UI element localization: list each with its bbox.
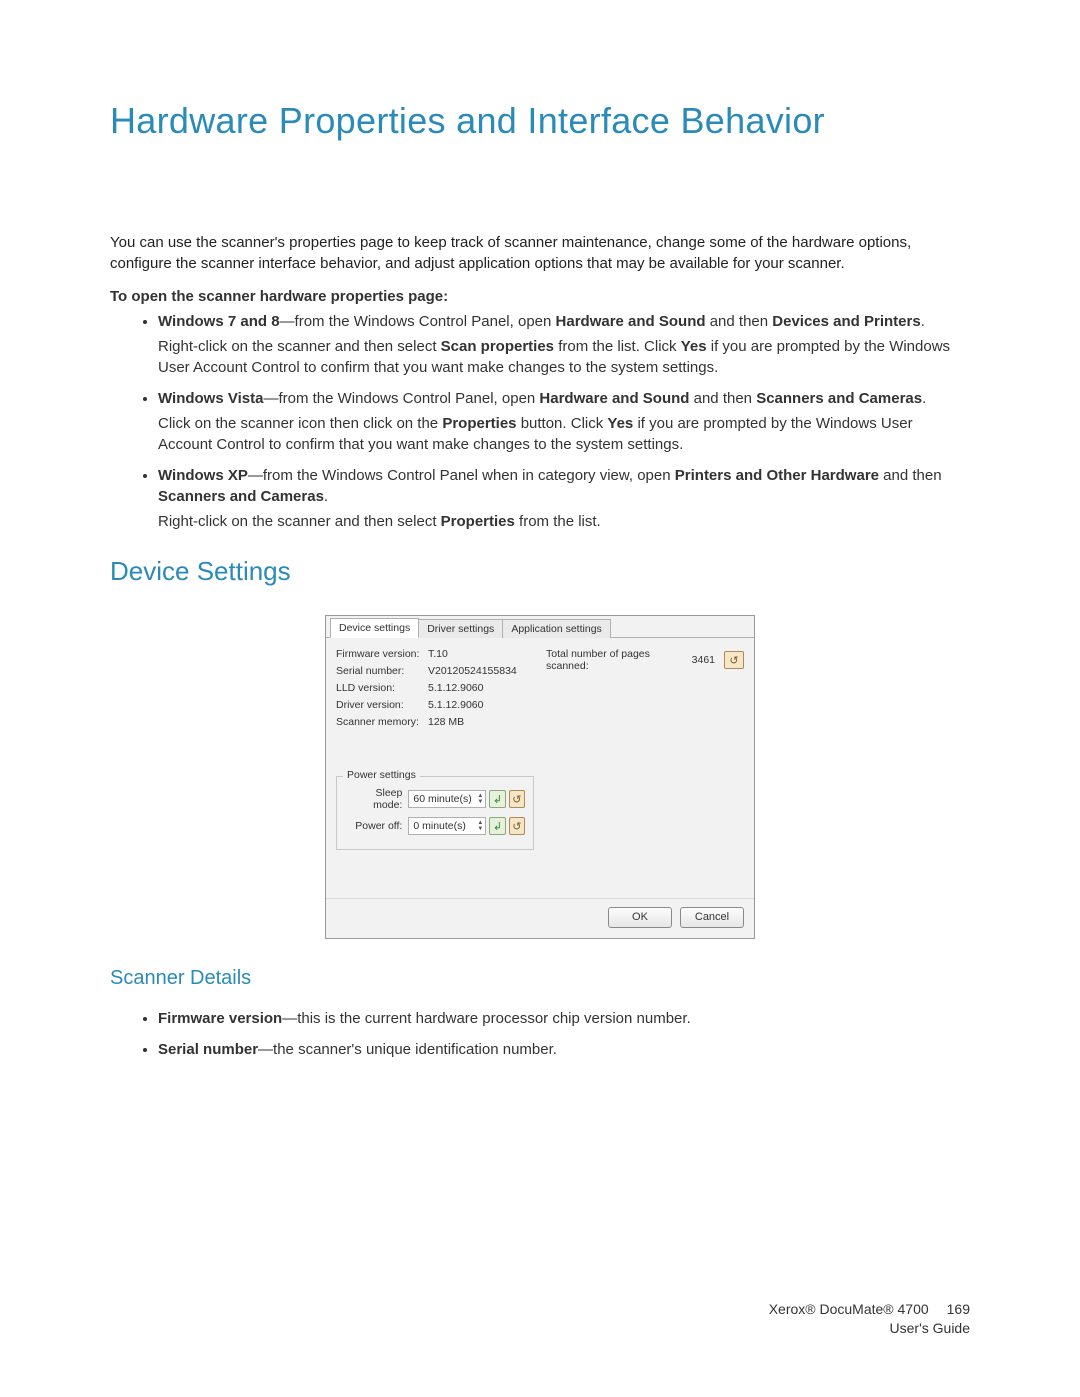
list-sub: Right-click on the scanner and then sele… (158, 511, 970, 532)
details-list: Firmware version—this is the current har… (110, 1008, 970, 1060)
power-legend: Power settings (343, 769, 420, 781)
reset-icon[interactable]: ↺ (509, 817, 525, 835)
list-item: Serial number—the scanner's unique ident… (158, 1039, 970, 1060)
lld-row: LLD version:5.1.12.9060 (336, 682, 534, 694)
apply-icon[interactable]: ↲ (489, 817, 505, 835)
sleep-mode-stepper[interactable]: 60 minute(s) ▲▼ (408, 790, 486, 808)
os-label: Windows 7 and 8 (158, 313, 280, 330)
open-heading: To open the scanner hardware properties … (110, 288, 970, 305)
cancel-button[interactable]: Cancel (680, 907, 744, 928)
ok-button[interactable]: OK (608, 907, 672, 928)
list-item: Windows XP—from the Windows Control Pane… (158, 465, 970, 532)
os-label: Windows XP (158, 467, 248, 484)
instructions-list: Windows 7 and 8—from the Windows Control… (110, 311, 970, 532)
power-settings-group: Power settings Sleep mode: 60 minute(s) … (336, 776, 534, 850)
serial-row: Serial number:V20120524155834 (336, 665, 534, 677)
driver-row: Driver version:5.1.12.9060 (336, 699, 534, 711)
os-label: Windows Vista (158, 390, 263, 407)
intro-paragraph: You can use the scanner's properties pag… (110, 232, 970, 274)
reset-icon[interactable]: ↺ (509, 790, 525, 808)
reset-counter-icon[interactable]: ↺ (724, 651, 744, 669)
tab-application-settings[interactable]: Application settings (502, 619, 610, 638)
memory-row: Scanner memory:128 MB (336, 716, 534, 728)
sleep-mode-row: Sleep mode: 60 minute(s) ▲▼ ↲ ↺ (345, 787, 525, 811)
list-sub: Right-click on the scanner and then sele… (158, 336, 970, 378)
power-off-stepper[interactable]: 0 minute(s) ▲▼ (408, 817, 486, 835)
tab-device-settings[interactable]: Device settings (330, 618, 419, 638)
dialog-tabs: Device settings Driver settings Applicat… (326, 616, 754, 638)
total-pages-row: Total number of pages scanned: 3461 ↺ (546, 648, 744, 672)
device-settings-heading: Device Settings (110, 556, 970, 587)
apply-icon[interactable]: ↲ (489, 790, 505, 808)
tab-driver-settings[interactable]: Driver settings (418, 619, 503, 638)
spinner-arrows-icon[interactable]: ▲▼ (477, 793, 483, 805)
properties-dialog: Device settings Driver settings Applicat… (325, 615, 755, 939)
list-sub: Click on the scanner icon then click on … (158, 413, 970, 455)
list-item: Firmware version—this is the current har… (158, 1008, 970, 1029)
list-item: Windows Vista—from the Windows Control P… (158, 388, 970, 455)
page-title: Hardware Properties and Interface Behavi… (110, 100, 970, 142)
page-footer: Xerox® DocuMate® 4700 169 User's Guide (769, 1300, 970, 1339)
firmware-row: Firmware version:T.10 (336, 648, 534, 660)
power-off-row: Power off: 0 minute(s) ▲▼ ↲ ↺ (345, 817, 525, 835)
list-item: Windows 7 and 8—from the Windows Control… (158, 311, 970, 378)
spinner-arrows-icon[interactable]: ▲▼ (477, 820, 483, 832)
guide-label: User's Guide (769, 1319, 970, 1339)
page-number: 169 (947, 1301, 970, 1317)
product-name: Xerox® DocuMate® 4700 (769, 1301, 929, 1317)
scanner-details-heading: Scanner Details (110, 967, 970, 990)
